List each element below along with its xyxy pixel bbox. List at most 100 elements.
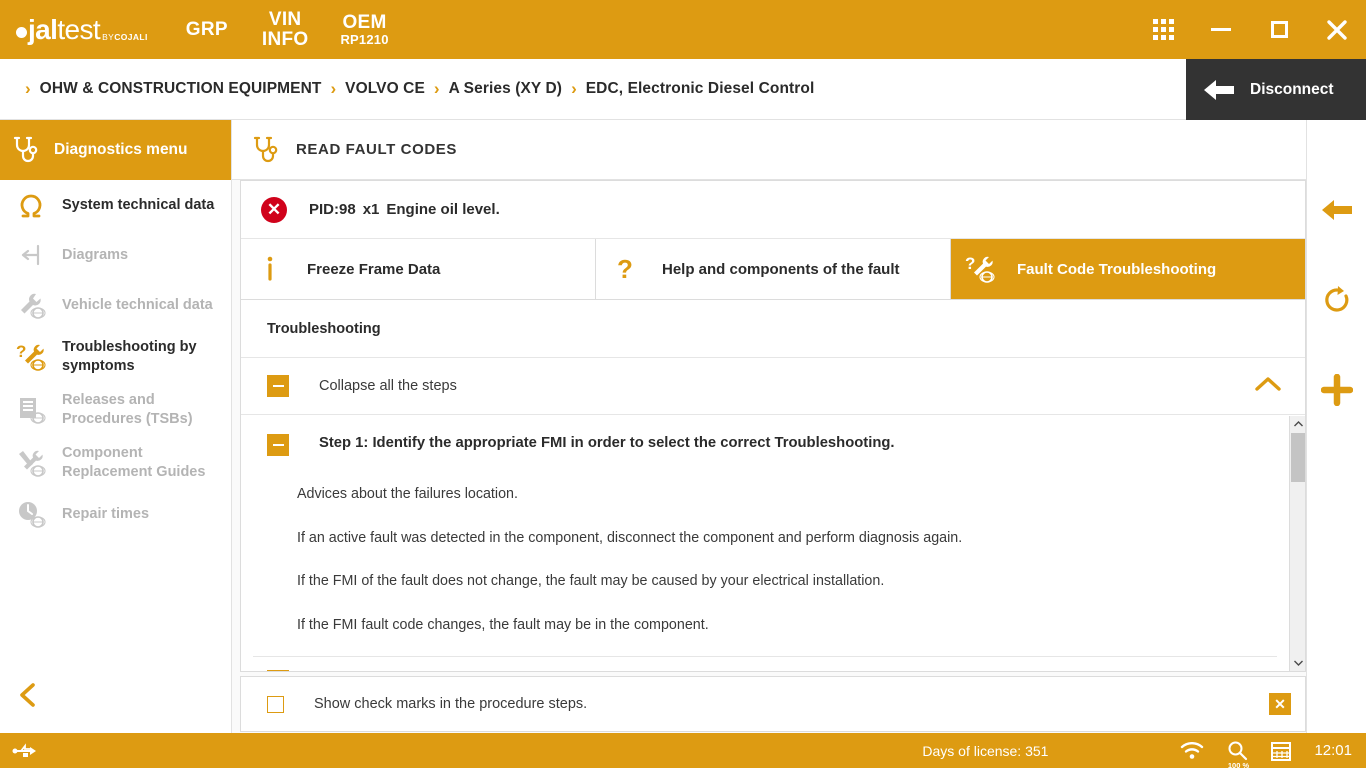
question-wrench-icon: ? xyxy=(12,341,50,373)
oem-label-line2: RP1210 xyxy=(340,33,388,46)
vin-label-line2: INFO xyxy=(262,30,309,49)
steps-vertical-scrollbar[interactable] xyxy=(1289,416,1305,671)
vin-label-line1: VIN xyxy=(262,10,309,29)
sidebar-item-repair-times[interactable]: Repair times xyxy=(0,489,231,539)
show-check-marks-checkbox[interactable] xyxy=(267,696,284,713)
tools-globe-icon xyxy=(12,447,50,479)
sidebar-item-label: Troubleshooting by symptoms xyxy=(62,338,221,375)
close-button[interactable] xyxy=(1308,0,1366,59)
sidebar-header-diagnostics-menu[interactable]: Diagnostics menu xyxy=(0,120,231,180)
calendar-icon[interactable] xyxy=(1270,740,1292,762)
minimize-button[interactable] xyxy=(1192,0,1250,59)
error-x-icon: ✕ xyxy=(261,197,287,223)
sidebar-item-label: Vehicle technical data xyxy=(62,296,213,315)
back-button[interactable] xyxy=(1307,180,1366,240)
wifi-icon[interactable] xyxy=(1180,742,1204,760)
refresh-button[interactable] xyxy=(1307,270,1366,330)
scroll-down-button[interactable] xyxy=(1290,655,1306,671)
breadcrumb-separator: › xyxy=(330,79,336,99)
minimize-icon xyxy=(1211,28,1231,31)
logo-text: jaltest xyxy=(16,16,100,44)
logo-cojali: COJALI xyxy=(114,32,148,42)
sidebar-item-releases-and-procedures[interactable]: Releases and Procedures (TSBs) xyxy=(0,383,231,436)
omega-icon xyxy=(12,190,50,220)
tab-label: Freeze Frame Data xyxy=(307,261,440,278)
fault-code-row[interactable]: ✕ PID:98x1Engine oil level. xyxy=(241,181,1305,239)
application-window: jaltest BYCOJALI GRP VIN INFO OEM RP1210 xyxy=(0,0,1366,768)
step-paragraph: Advices about the failures location. xyxy=(297,485,1269,504)
window-controls xyxy=(1134,0,1366,59)
chevron-left-icon xyxy=(16,681,40,709)
title-bar: jaltest BYCOJALI GRP VIN INFO OEM RP1210 xyxy=(0,0,1366,59)
steps-list: Step 1: Identify the appropriate FMI in … xyxy=(241,416,1289,671)
disconnect-button[interactable]: Disconnect xyxy=(1186,59,1366,120)
minus-box-icon[interactable] xyxy=(267,670,289,671)
svg-text:?: ? xyxy=(16,342,26,361)
tab-fault-code-troubleshooting[interactable]: ? Fault Code Troubleshooting xyxy=(951,239,1305,299)
main-content: READ FAULT CODES ✕ PID:98x1Engine oil le… xyxy=(232,120,1306,733)
grp-button[interactable]: GRP xyxy=(186,20,228,39)
collapse-all-steps-row[interactable]: Collapse all the steps xyxy=(241,358,1305,415)
step-2-header[interactable]: Step 2 (FMI 1): Validate that the harnes… xyxy=(241,657,1289,671)
jaltest-logo[interactable]: jaltest BYCOJALI xyxy=(16,16,148,44)
minus-box-icon[interactable] xyxy=(267,434,289,456)
wrench-globe-icon xyxy=(12,289,50,321)
apps-grid-icon xyxy=(1153,19,1174,40)
plus-icon xyxy=(1321,374,1353,406)
chevron-down-icon xyxy=(1293,659,1304,667)
tab-label: Help and components of the fault xyxy=(662,261,900,278)
breadcrumb-separator: › xyxy=(571,79,577,99)
sidebar-item-label: Releases and Procedures (TSBs) xyxy=(62,391,221,428)
sidebar-item-label: Component Replacement Guides xyxy=(62,444,221,481)
right-toolbar xyxy=(1306,120,1366,733)
tab-freeze-frame-data[interactable]: Freeze Frame Data xyxy=(241,239,596,299)
breadcrumb: › OHW & CONSTRUCTION EQUIPMENT › VOLVO C… xyxy=(16,79,814,99)
usb-icon[interactable] xyxy=(12,741,38,761)
clock-globe-icon xyxy=(12,498,50,530)
sidebar-item-troubleshooting-by-symptoms[interactable]: ? Troubleshooting by symptoms xyxy=(0,330,231,383)
zoom-level-control[interactable]: 100 % xyxy=(1226,740,1248,762)
step-1-header[interactable]: Step 1: Identify the appropriate FMI in … xyxy=(241,416,1289,456)
sidebar-collapse-button[interactable] xyxy=(0,667,232,723)
add-button[interactable] xyxy=(1307,360,1366,420)
breadcrumb-item-0[interactable]: OHW & CONSTRUCTION EQUIPMENT xyxy=(40,80,322,98)
grp-label: GRP xyxy=(186,20,228,39)
step-title: Step 2 (FMI 1): Validate that the harnes… xyxy=(319,670,702,671)
license-days-label: Days of license: 351 xyxy=(922,743,1048,759)
sidebar: Diagnostics menu System technical data D… xyxy=(0,120,232,733)
close-panel-button[interactable]: ✕ xyxy=(1269,693,1291,715)
collapse-all-label: Collapse all the steps xyxy=(319,378,457,394)
svg-text:?: ? xyxy=(965,254,975,273)
diagram-icon xyxy=(12,240,50,270)
tab-label: Fault Code Troubleshooting xyxy=(1017,261,1216,278)
sidebar-item-vehicle-technical-data[interactable]: Vehicle technical data xyxy=(0,280,231,330)
oem-rp1210-button[interactable]: OEM RP1210 xyxy=(340,13,388,46)
oem-label-line1: OEM xyxy=(340,13,388,32)
scrollbar-thumb[interactable] xyxy=(1291,433,1305,482)
status-icons: 100 % xyxy=(1158,740,1292,762)
fault-tabs: Freeze Frame Data ? Help and components … xyxy=(241,239,1305,300)
left-arrow-icon xyxy=(1319,196,1355,224)
scroll-up-button[interactable] xyxy=(1290,416,1306,432)
breadcrumb-item-2[interactable]: A Series (XY D) xyxy=(449,80,563,98)
sidebar-item-component-replacement-guides[interactable]: Component Replacement Guides xyxy=(0,436,231,489)
maximize-button[interactable] xyxy=(1250,0,1308,59)
fault-code-text: PID:98x1Engine oil level. xyxy=(309,201,500,218)
breadcrumb-item-1[interactable]: VOLVO CE xyxy=(345,80,425,98)
breadcrumb-item-3[interactable]: EDC, Electronic Diesel Control xyxy=(586,80,815,98)
magnifier-icon xyxy=(1226,740,1248,762)
vin-info-button[interactable]: VIN INFO xyxy=(262,10,309,49)
maximize-icon xyxy=(1271,21,1288,38)
refresh-icon xyxy=(1322,285,1352,315)
tab-help-and-components[interactable]: ? Help and components of the fault xyxy=(596,239,951,299)
minus-box-icon[interactable] xyxy=(267,375,289,397)
sidebar-item-system-technical-data[interactable]: System technical data xyxy=(0,180,231,230)
fault-description: Engine oil level. xyxy=(386,201,499,218)
breadcrumb-separator: › xyxy=(25,79,31,99)
chevron-up-icon[interactable] xyxy=(1253,374,1283,399)
apps-grid-button[interactable] xyxy=(1134,0,1192,59)
fault-pid: PID:98 xyxy=(309,201,356,218)
disconnect-label: Disconnect xyxy=(1250,81,1334,99)
sidebar-item-diagrams[interactable]: Diagrams xyxy=(0,230,231,280)
question-icon: ? xyxy=(596,254,654,284)
